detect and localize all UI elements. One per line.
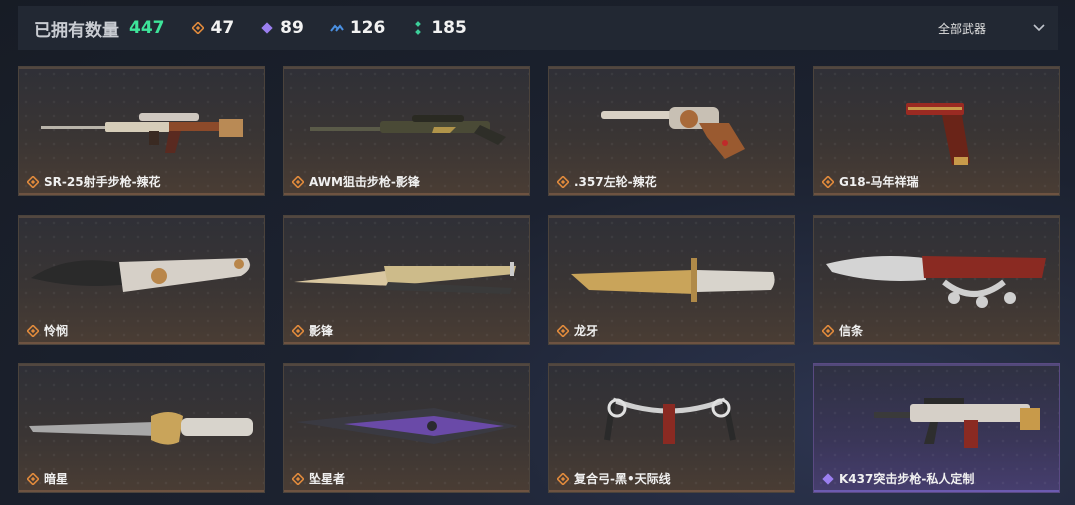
weapon-name: G18-马年祥瑞: [839, 175, 919, 189]
blue-chevron-icon: [330, 21, 344, 35]
stat-green-count: 185: [431, 18, 467, 38]
stat-blue-count: 126: [349, 18, 386, 38]
weapon-name: .357左轮-辣花: [574, 175, 657, 189]
chevron-down-icon: [1032, 19, 1046, 38]
weapon-card[interactable]: 暗星: [18, 363, 265, 493]
orange-diamond-icon: [292, 324, 304, 337]
orange-diamond-icon: [557, 175, 569, 188]
weapon-card[interactable]: 影锋: [283, 215, 530, 345]
weapon-card[interactable]: 怜悯: [18, 215, 265, 345]
weapon-name: K437突击步枪-私人定制: [839, 472, 975, 486]
orange-diamond-icon: [27, 175, 39, 188]
weapon-card[interactable]: K437突击步枪-私人定制: [813, 363, 1060, 493]
weapon-name: 影锋: [309, 324, 334, 338]
weapon-name: AWM狙击步枪-影锋: [309, 175, 420, 189]
owned-count-title: 已拥有数量: [34, 20, 119, 41]
stat-green: 185: [411, 18, 467, 38]
weapon-name: 怜悯: [44, 324, 69, 338]
weapon-card[interactable]: .357左轮-辣花: [548, 66, 795, 196]
weapon-name: 复合弓-黑•天际线: [574, 472, 671, 486]
orange-diamond-icon: [557, 472, 569, 485]
weapon-name: 暗星: [44, 472, 69, 486]
weapon-card[interactable]: AWM狙击步枪-影锋: [283, 66, 530, 196]
purple-diamond-icon: [260, 21, 274, 35]
weapon-card[interactable]: 信条: [813, 215, 1060, 345]
green-dots-icon: [411, 21, 425, 35]
orange-diamond-icon: [27, 472, 39, 485]
orange-diamond-icon: [822, 175, 834, 188]
owned-total: 447: [129, 18, 165, 38]
orange-diamond-icon: [557, 324, 569, 337]
weapon-card[interactable]: 复合弓-黑•天际线: [548, 363, 795, 493]
orange-diamond-icon: [292, 472, 304, 485]
weapon-card[interactable]: SR-25射手步枪-辣花: [18, 66, 265, 196]
orange-diamond-icon: [822, 324, 834, 337]
inventory-header: 已拥有数量 447 47 89 126 185 全部武器: [18, 6, 1058, 50]
purple-diamond-icon: [822, 472, 834, 485]
weapon-filter-dropdown[interactable]: 全部武器: [928, 6, 1058, 50]
weapon-name: 坠星者: [309, 472, 346, 486]
orange-diamond-icon: [292, 175, 304, 188]
stat-orange-count: 47: [210, 18, 235, 38]
stat-orange: 47: [191, 18, 235, 38]
stat-purple: 89: [260, 18, 304, 38]
stat-purple-count: 89: [280, 18, 304, 38]
weapon-card[interactable]: 龙牙: [548, 215, 795, 345]
weapon-card[interactable]: 坠星者: [283, 363, 530, 493]
weapon-name: 龙牙: [574, 324, 599, 338]
weapon-card[interactable]: G18-马年祥瑞: [813, 66, 1060, 196]
weapon-name: 信条: [839, 324, 864, 338]
stat-blue: 126: [330, 18, 386, 38]
orange-diamond-icon: [191, 21, 205, 35]
orange-diamond-icon: [27, 324, 39, 337]
weapon-filter-label: 全部武器: [938, 21, 987, 36]
weapon-name: SR-25射手步枪-辣花: [44, 175, 161, 189]
